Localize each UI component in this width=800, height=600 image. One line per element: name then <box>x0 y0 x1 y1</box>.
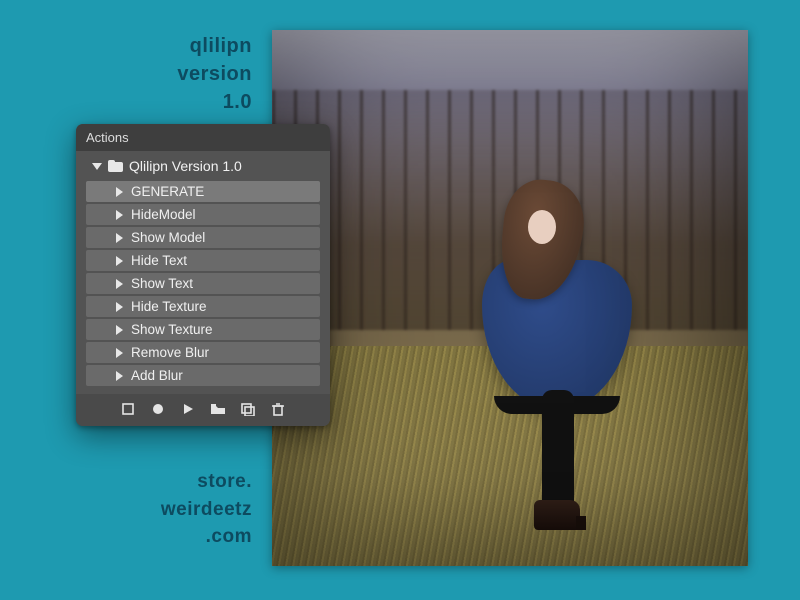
actions-panel-footer <box>76 394 330 426</box>
action-item-label: Show Text <box>131 276 193 291</box>
chevron-right-icon <box>116 371 123 381</box>
actions-item-list: GENERATE HideModel Show Model Hide Text Show… <box>82 177 324 390</box>
action-item-label: Hide Texture <box>131 299 207 314</box>
chevron-right-icon <box>116 210 123 220</box>
play-icon[interactable] <box>180 402 196 416</box>
store-url-line1: store. <box>0 468 252 496</box>
action-item[interactable]: Hide Texture <box>86 296 320 317</box>
product-title-block: qlilipn version 1.0 <box>0 32 252 116</box>
preview-photo <box>272 30 748 566</box>
store-url-block: store. weirdeetz .com <box>0 468 252 551</box>
product-version-label: version <box>0 60 252 88</box>
action-item[interactable]: Hide Text <box>86 250 320 271</box>
actions-root-row[interactable]: Qlilipn Version 1.0 <box>82 155 324 177</box>
stop-icon[interactable] <box>120 402 136 416</box>
actions-root-label: Qlilipn Version 1.0 <box>129 158 242 174</box>
action-item-label: Add Blur <box>131 368 183 383</box>
chevron-right-icon <box>116 325 123 335</box>
chevron-right-icon <box>116 302 123 312</box>
action-item-label: Show Texture <box>131 322 213 337</box>
folder-icon[interactable] <box>210 402 226 416</box>
chevron-right-icon <box>116 348 123 358</box>
action-item-label: GENERATE <box>131 184 204 199</box>
product-name: qlilipn <box>0 32 252 60</box>
actions-tree: Qlilipn Version 1.0 GENERATE HideModel Sho… <box>76 151 330 394</box>
chevron-right-icon <box>116 279 123 289</box>
chevron-right-icon <box>116 256 123 266</box>
new-set-icon[interactable] <box>240 402 256 416</box>
store-url-line2: weirdeetz <box>0 496 252 524</box>
store-url-line3: .com <box>0 523 252 551</box>
actions-panel-title[interactable]: Actions <box>76 124 330 151</box>
action-item-label: Show Model <box>131 230 205 245</box>
chevron-right-icon <box>116 187 123 197</box>
action-item[interactable]: Show Texture <box>86 319 320 340</box>
action-item-label: Remove Blur <box>131 345 209 360</box>
action-item-label: Hide Text <box>131 253 187 268</box>
action-item[interactable]: HideModel <box>86 204 320 225</box>
actions-panel: Actions Qlilipn Version 1.0 GENERATE Hide… <box>76 124 330 426</box>
product-version-number: 1.0 <box>0 88 252 116</box>
photo-subject <box>472 180 642 540</box>
action-item[interactable]: GENERATE <box>86 181 320 202</box>
action-item[interactable]: Show Text <box>86 273 320 294</box>
trash-icon[interactable] <box>270 402 286 416</box>
action-item[interactable]: Add Blur <box>86 365 320 386</box>
chevron-right-icon <box>116 233 123 243</box>
chevron-down-icon <box>92 163 102 170</box>
action-item[interactable]: Show Model <box>86 227 320 248</box>
action-item[interactable]: Remove Blur <box>86 342 320 363</box>
action-item-label: HideModel <box>131 207 196 222</box>
folder-icon <box>108 160 123 172</box>
record-icon[interactable] <box>150 402 166 416</box>
